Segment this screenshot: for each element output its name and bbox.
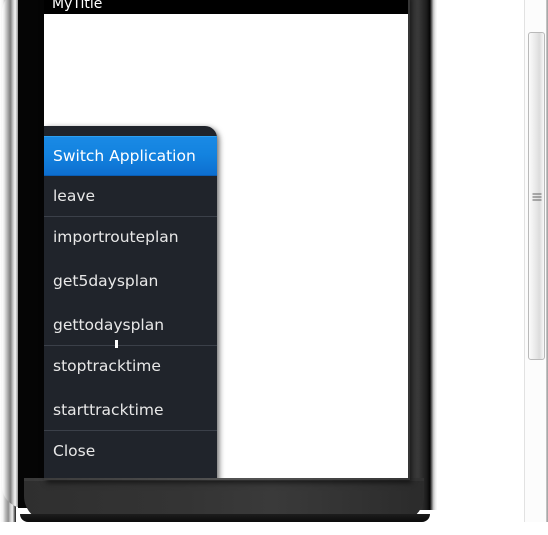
device-screen: MyTitle Switch Application leave importrou… xyxy=(44,0,408,478)
app-title-bar: MyTitle xyxy=(44,0,408,14)
menu-item-stoptracktime[interactable]: stoptracktime xyxy=(44,346,217,386)
grip-lines-icon xyxy=(532,192,541,201)
device-bottom-shadow xyxy=(20,514,430,522)
device-lower-face-highlight xyxy=(24,478,424,481)
menu-item-leave[interactable]: leave xyxy=(44,176,217,216)
page-bottom-band xyxy=(0,522,548,535)
menu-top-padding xyxy=(44,126,217,136)
page-vertical-scrollbar[interactable] xyxy=(524,0,548,522)
menu-item-importrouteplan[interactable]: importrouteplan xyxy=(44,217,217,257)
menu-bottom-padding xyxy=(44,471,217,478)
device-right-background-mask xyxy=(437,0,478,510)
menu-item-close[interactable]: Close xyxy=(44,431,217,471)
mobile-emulator-device: MyTitle Switch Application leave importrou… xyxy=(0,0,478,522)
menu-item-starttracktime[interactable]: starttracktime xyxy=(44,390,217,430)
scrollbar-thumb[interactable] xyxy=(528,32,545,360)
menu-item-switch-application[interactable]: Switch Application xyxy=(44,136,217,176)
menu-item-list: Switch Application leave importrouteplan ge… xyxy=(44,126,217,478)
application-context-menu[interactable]: Switch Application leave importrouteplan ge… xyxy=(44,126,217,478)
menu-item-gettodaysplan[interactable]: gettodaysplan xyxy=(44,305,217,345)
menu-item-get5daysplan[interactable]: get5daysplan xyxy=(44,261,217,301)
device-right-rim-curve xyxy=(404,0,440,510)
screenshot-stage: MyTitle Switch Application leave importrou… xyxy=(0,0,548,535)
